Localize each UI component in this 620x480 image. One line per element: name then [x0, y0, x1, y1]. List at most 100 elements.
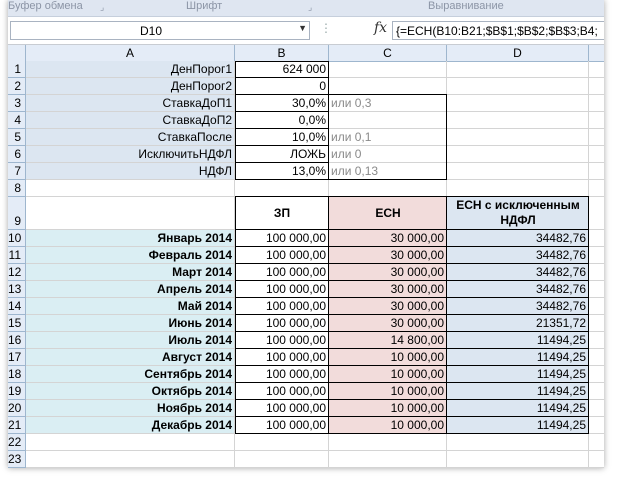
esn-value[interactable]: 30 000,00 — [329, 247, 447, 264]
esn-ndfl-value[interactable]: 21351,72 — [447, 315, 589, 332]
esn-value[interactable]: 30 000,00 — [329, 298, 447, 315]
zp-value[interactable]: 100 000,00 — [235, 247, 329, 264]
row-header-4[interactable]: 4 — [8, 112, 25, 129]
esn-ndfl-value[interactable]: 11494,25 — [447, 349, 589, 366]
row-header-5[interactable]: 5 — [8, 129, 25, 146]
row-header-16[interactable]: 16 — [8, 332, 25, 349]
zp-value[interactable]: 100 000,00 — [235, 417, 329, 434]
month-label[interactable]: Январь 2014 — [26, 230, 235, 247]
row-header-23[interactable]: 23 — [8, 451, 25, 468]
zp-value[interactable]: 100 000,00 — [235, 298, 329, 315]
row-header-1[interactable]: 1 — [8, 61, 25, 78]
name-box[interactable]: D10 ▼ — [10, 21, 310, 40]
month-label[interactable]: Октябрь 2014 — [26, 383, 235, 400]
zp-value[interactable]: 100 000,00 — [235, 332, 329, 349]
zp-value[interactable]: 100 000,00 — [235, 315, 329, 332]
esn-ndfl-value[interactable]: 11494,25 — [447, 366, 589, 383]
row-header-20[interactable]: 20 — [8, 400, 25, 417]
param-hint[interactable]: или 0,13 — [329, 163, 447, 180]
zp-value[interactable]: 100 000,00 — [235, 281, 329, 298]
esn-value[interactable]: 10 000,00 — [329, 400, 447, 417]
param-label[interactable]: ДенПорог1 — [26, 61, 235, 78]
param-label[interactable]: ДенПорог2 — [26, 78, 235, 95]
param-value[interactable]: 0,0% — [235, 112, 329, 129]
month-label[interactable]: Февраль 2014 — [26, 247, 235, 264]
month-label[interactable]: Июнь 2014 — [26, 315, 235, 332]
table-header-blank[interactable] — [26, 197, 235, 230]
zp-value[interactable]: 100 000,00 — [235, 349, 329, 366]
esn-ndfl-value[interactable]: 11494,25 — [447, 400, 589, 417]
row-header-21[interactable]: 21 — [8, 417, 25, 434]
param-value[interactable]: 624 000 — [235, 61, 329, 78]
param-value[interactable]: 10,0% — [235, 129, 329, 146]
param-hint[interactable]: или 0,1 — [329, 129, 447, 146]
column-header-d[interactable]: D — [447, 45, 589, 61]
row-header-6[interactable]: 6 — [8, 146, 25, 163]
insert-function-icon[interactable]: fx — [374, 20, 387, 36]
dialog-launcher-icon[interactable]: ⌟ — [100, 2, 104, 13]
esn-value[interactable]: 10 000,00 — [329, 349, 447, 366]
param-label[interactable]: СтавкаПосле — [26, 129, 235, 146]
param-label[interactable]: НДФЛ — [26, 163, 235, 180]
row-header-13[interactable]: 13 — [8, 281, 25, 298]
ribbon-group-clipboard[interactable]: Буфер обмена — [8, 0, 83, 12]
chevron-down-icon[interactable]: ▼ — [298, 23, 307, 33]
row-header-22[interactable]: 22 — [8, 434, 25, 451]
zp-value[interactable]: 100 000,00 — [235, 230, 329, 247]
month-label[interactable]: Ноябрь 2014 — [26, 400, 235, 417]
param-label[interactable]: ИсключитьНДФЛ — [26, 146, 235, 163]
column-header-c[interactable]: C — [329, 45, 447, 61]
row-header-8[interactable]: 8 — [8, 180, 25, 197]
param-value[interactable]: ЛОЖЬ — [235, 146, 329, 163]
zp-value[interactable]: 100 000,00 — [235, 400, 329, 417]
row-header-15[interactable]: 15 — [8, 315, 25, 332]
esn-ndfl-value[interactable]: 11494,25 — [447, 383, 589, 400]
zp-value[interactable]: 100 000,00 — [235, 264, 329, 281]
cell-grid[interactable]: ДенПорог1 624 000 ДенПорог2 0 СтавкаДоП1 30,0… — [26, 61, 604, 468]
resize-handle[interactable]: ⋮ — [320, 21, 332, 40]
zp-value[interactable]: 100 000,00 — [235, 366, 329, 383]
month-label[interactable]: Август 2014 — [26, 349, 235, 366]
dialog-launcher-icon[interactable]: ⌟ — [308, 2, 312, 13]
esn-ndfl-value[interactable]: 11494,25 — [447, 332, 589, 349]
ribbon-group-alignment[interactable]: Выравнивание — [428, 0, 504, 12]
ribbon-group-font[interactable]: Шрифт — [186, 0, 222, 12]
month-label[interactable]: Сентябрь 2014 — [26, 366, 235, 383]
formula-input[interactable]: {=ЕСН(B10:B21;$B$1;$B$2;$B$3;B4; — [392, 21, 604, 40]
month-label[interactable]: Март 2014 — [26, 264, 235, 281]
row-header-12[interactable]: 12 — [8, 264, 25, 281]
row-header-14[interactable]: 14 — [8, 298, 25, 315]
param-label[interactable]: СтавкаДоП2 — [26, 112, 235, 129]
esn-value[interactable]: 10 000,00 — [329, 417, 447, 434]
param-label[interactable]: СтавкаДоП1 — [26, 95, 235, 112]
month-label[interactable]: Май 2014 — [26, 298, 235, 315]
esn-ndfl-value[interactable]: 34482,76 — [447, 230, 589, 247]
zp-value[interactable]: 100 000,00 — [235, 383, 329, 400]
esn-ndfl-value[interactable]: 34482,76 — [447, 281, 589, 298]
param-value[interactable]: 0 — [235, 78, 329, 95]
esn-value[interactable]: 10 000,00 — [329, 383, 447, 400]
row-header-7[interactable]: 7 — [8, 163, 25, 180]
esn-ndfl-value[interactable]: 34482,76 — [447, 264, 589, 281]
esn-ndfl-value[interactable]: 34482,76 — [447, 247, 589, 264]
month-label[interactable]: Июль 2014 — [26, 332, 235, 349]
column-header-a[interactable]: A — [26, 45, 235, 61]
param-value[interactable]: 13,0% — [235, 163, 329, 180]
row-header-2[interactable]: 2 — [8, 78, 25, 95]
esn-ndfl-value[interactable]: 34482,76 — [447, 298, 589, 315]
table-header-esn[interactable]: ЕСН — [329, 197, 447, 230]
table-header-esn-ndfl[interactable]: ЕСН с исключенным НДФЛ — [447, 197, 589, 230]
esn-value[interactable]: 30 000,00 — [329, 230, 447, 247]
row-header-19[interactable]: 19 — [8, 383, 25, 400]
esn-value[interactable]: 30 000,00 — [329, 264, 447, 281]
row-header-9[interactable]: 9 — [8, 197, 25, 230]
row-header-3[interactable]: 3 — [8, 95, 25, 112]
param-hint[interactable]: или 0,3 — [329, 95, 447, 112]
esn-value[interactable]: 10 000,00 — [329, 366, 447, 383]
esn-value[interactable]: 14 800,00 — [329, 332, 447, 349]
month-label[interactable]: Апрель 2014 — [26, 281, 235, 298]
esn-value[interactable]: 30 000,00 — [329, 315, 447, 332]
table-header-zp[interactable]: ЗП — [235, 197, 329, 230]
esn-ndfl-value[interactable]: 11494,25 — [447, 417, 589, 434]
column-header-b[interactable]: B — [235, 45, 329, 61]
